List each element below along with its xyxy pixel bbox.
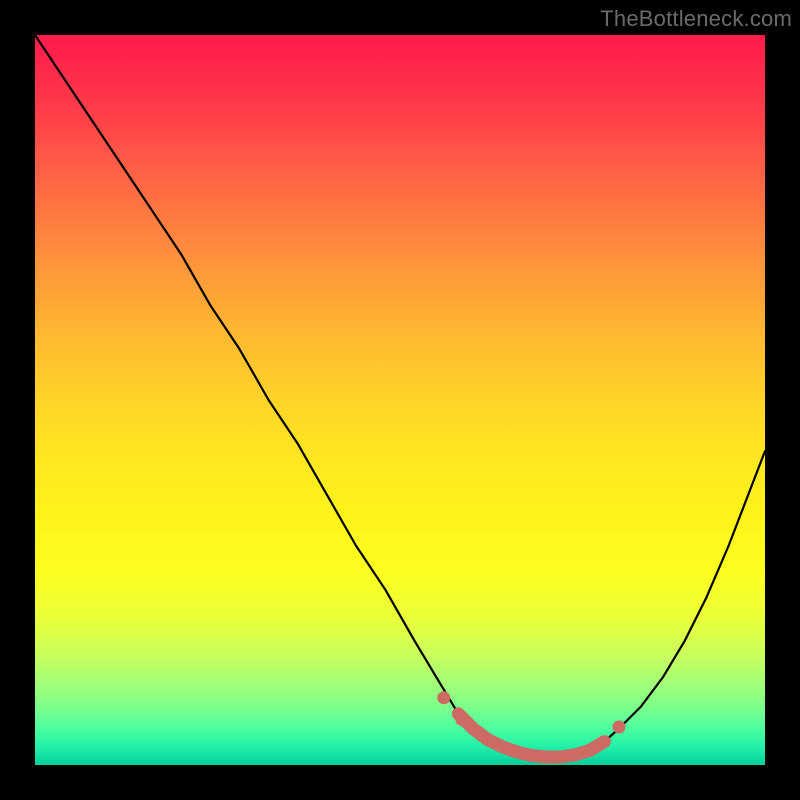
highlight-dot	[613, 721, 626, 734]
bottleneck-curve	[35, 35, 765, 757]
highlight-dot	[456, 713, 469, 726]
optimal-range-highlight	[458, 714, 604, 757]
highlight-dot	[437, 691, 450, 704]
chart-svg	[35, 35, 765, 765]
watermark-label: TheBottleneck.com	[600, 6, 792, 32]
plot-area	[35, 35, 765, 765]
chart-stage: TheBottleneck.com	[0, 0, 800, 800]
